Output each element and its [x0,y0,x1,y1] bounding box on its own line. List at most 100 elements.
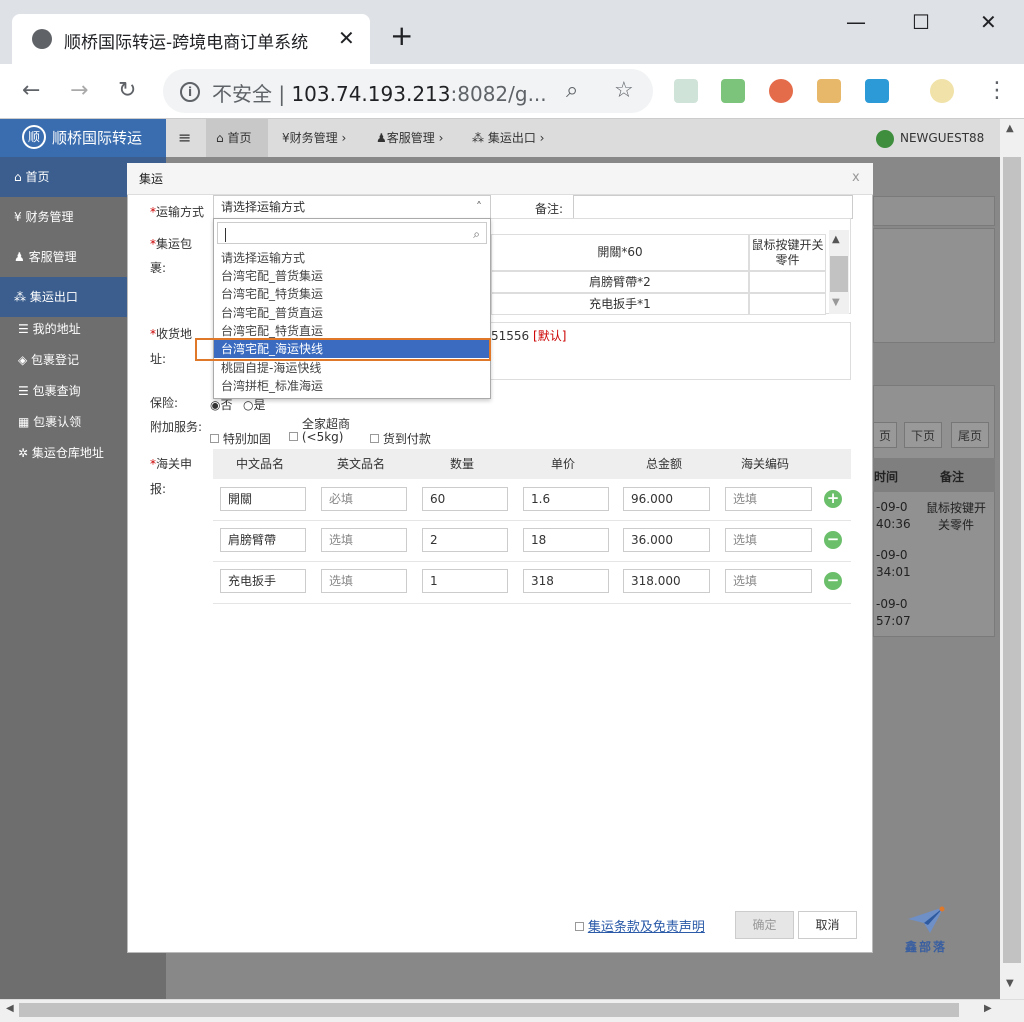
qty-input[interactable]: 1 [422,569,508,593]
dropdown-option[interactable]: 台湾拼柜_标准海运 [214,377,490,395]
page-scroll-thumb[interactable] [1003,157,1021,963]
user-icon: ♟ [14,250,29,264]
parcel-label: *集运包裹: [150,237,193,275]
page-hscroll-thumb[interactable] [19,1003,959,1017]
browser-tab[interactable]: 顺桥国际转运-跨境电商订单系统 ✕ [12,14,370,64]
cn-name-input[interactable]: 開關 [220,487,306,511]
scroll-down-icon[interactable]: ▼ [1006,978,1014,989]
price-input[interactable]: 318 [523,569,609,593]
next-page-button[interactable]: 下页 [904,422,942,448]
remark-input[interactable] [573,195,853,219]
reload-icon[interactable]: ↻ [118,78,136,103]
extension-icon-2[interactable] [721,79,745,103]
hs-code-input[interactable]: 选填 [725,569,812,593]
total-input[interactable]: 36.000 [623,528,710,552]
dropdown-option[interactable]: 台湾宅配_特货集运 [214,285,490,303]
modal-close-icon[interactable]: x [852,170,860,185]
extension-icon-4[interactable] [817,79,841,103]
menu-kebab-icon[interactable]: ⋮ [986,78,1008,103]
scroll-right-icon[interactable]: ▶ [984,1003,992,1014]
insecure-label: 不安全 [212,82,272,106]
bookmark-star-icon[interactable]: ☆ [614,78,634,103]
gear-icon: ✲ [18,446,32,460]
nav-finance[interactable]: ¥财务管理 › [282,119,346,157]
total-input[interactable]: 96.000 [623,487,710,511]
new-tab-button[interactable]: + [390,22,413,50]
watermark-text: 鑫部落 [905,940,948,954]
url-host: 103.74.193.213 [291,82,451,106]
dropdown-search-input[interactable]: ⌕ [217,222,487,244]
extension-icon-3[interactable] [769,79,793,103]
dropdown-option[interactable]: 请选择运输方式 [214,249,490,267]
extra-reinforce[interactable]: 特别加固 [210,430,271,447]
extra-cod[interactable]: 货到付款 [370,430,431,447]
dropdown-option[interactable]: 桃园自提-海运快线 [214,359,490,377]
extension-icon-1[interactable] [674,79,698,103]
list-icon: ☰ [18,384,33,398]
last-page-button[interactable]: 尾页 [951,422,989,448]
nav-home[interactable]: ⌂ 首页 [206,119,268,157]
scroll-up-icon[interactable]: ▲ [832,234,840,245]
maximize-button[interactable]: ☐ [912,10,930,34]
address-text: 51556 [默认] [491,329,567,343]
hs-code-input[interactable]: 选填 [725,487,812,511]
scroll-up-icon[interactable]: ▲ [1006,123,1014,134]
parcel-note [749,271,826,293]
user-icon: ♟ [376,131,387,145]
profile-avatar[interactable] [930,79,954,103]
prev-page-button[interactable]: 页 [873,422,897,448]
hs-code-input[interactable]: 选填 [725,528,812,552]
dropdown-option[interactable]: 台湾宅配_普货直运 [214,304,490,322]
parcel-name: 開關*60 [491,234,749,271]
remove-row-icon[interactable]: − [824,531,842,549]
row-divider [213,603,851,604]
extension-icon-5[interactable] [865,79,889,103]
shipping-method-value: 请选择运输方式 [221,200,306,214]
tab-close-icon[interactable]: ✕ [338,26,355,50]
price-input[interactable]: 18 [523,528,609,552]
checkbox-icon [575,922,584,931]
cubes-icon: ⁂ [14,290,30,304]
remove-row-icon[interactable]: − [824,572,842,590]
close-window-button[interactable]: ✕ [980,10,997,34]
bg-row-date: -09-0 [876,597,908,611]
cancel-button[interactable]: 取消 [798,911,857,939]
minimize-button[interactable]: — [846,10,866,34]
info-icon[interactable]: i [180,82,200,102]
nav-export[interactable]: ⁂ 集运出口 › [472,119,544,157]
chevron-up-icon: ˄ [476,200,482,214]
home-icon: ⌂ [216,131,228,145]
nav-service[interactable]: ♟客服管理 › [376,119,443,157]
parcel-name: 肩膀臂帶*2 [491,271,749,293]
cn-name-input[interactable]: 肩膀臂帶 [220,528,306,552]
scroll-thumb[interactable] [830,256,848,292]
scroll-left-icon[interactable]: ◀ [6,1003,14,1014]
url-text[interactable]: 不安全 | 103.74.193.213:8082/g... [212,78,547,107]
en-name-input[interactable]: 必填 [321,487,407,511]
bg-row-date: -09-0 [876,548,908,562]
total-input[interactable]: 318.000 [623,569,710,593]
back-icon[interactable]: ← [22,78,40,103]
terms-link[interactable]: 集运条款及免责声明 [588,920,705,935]
confirm-button[interactable]: 确定 [735,911,794,939]
extra-familymart[interactable]: (<5kg) [289,430,343,444]
add-row-icon[interactable]: + [824,490,842,508]
qty-input[interactable]: 2 [422,528,508,552]
dropdown-option[interactable]: 台湾宅配_普货集运 [214,267,490,285]
menu-toggle-icon[interactable]: ≡ [178,119,191,157]
col-hs-code: 海关编码 [718,449,812,479]
home-icon: ⌂ [14,170,26,184]
qty-input[interactable]: 60 [422,487,508,511]
en-name-input[interactable]: 选填 [321,528,407,552]
watermark-logo [906,905,946,935]
address-label: *收货地址: [150,327,193,366]
scroll-down-icon[interactable]: ▼ [832,297,840,308]
en-name-input[interactable]: 选填 [321,569,407,593]
zoom-icon[interactable]: ⌕ [566,78,578,103]
cn-name-input[interactable]: 充电扳手 [220,569,306,593]
user-menu[interactable]: NEWGUEST88 [876,119,984,157]
price-input[interactable]: 1.6 [523,487,609,511]
shipping-method-select[interactable]: 请选择运输方式 ˄ [213,195,491,219]
terms-agree[interactable]: 集运条款及免责声明 [575,916,705,935]
forward-icon[interactable]: → [70,78,88,103]
